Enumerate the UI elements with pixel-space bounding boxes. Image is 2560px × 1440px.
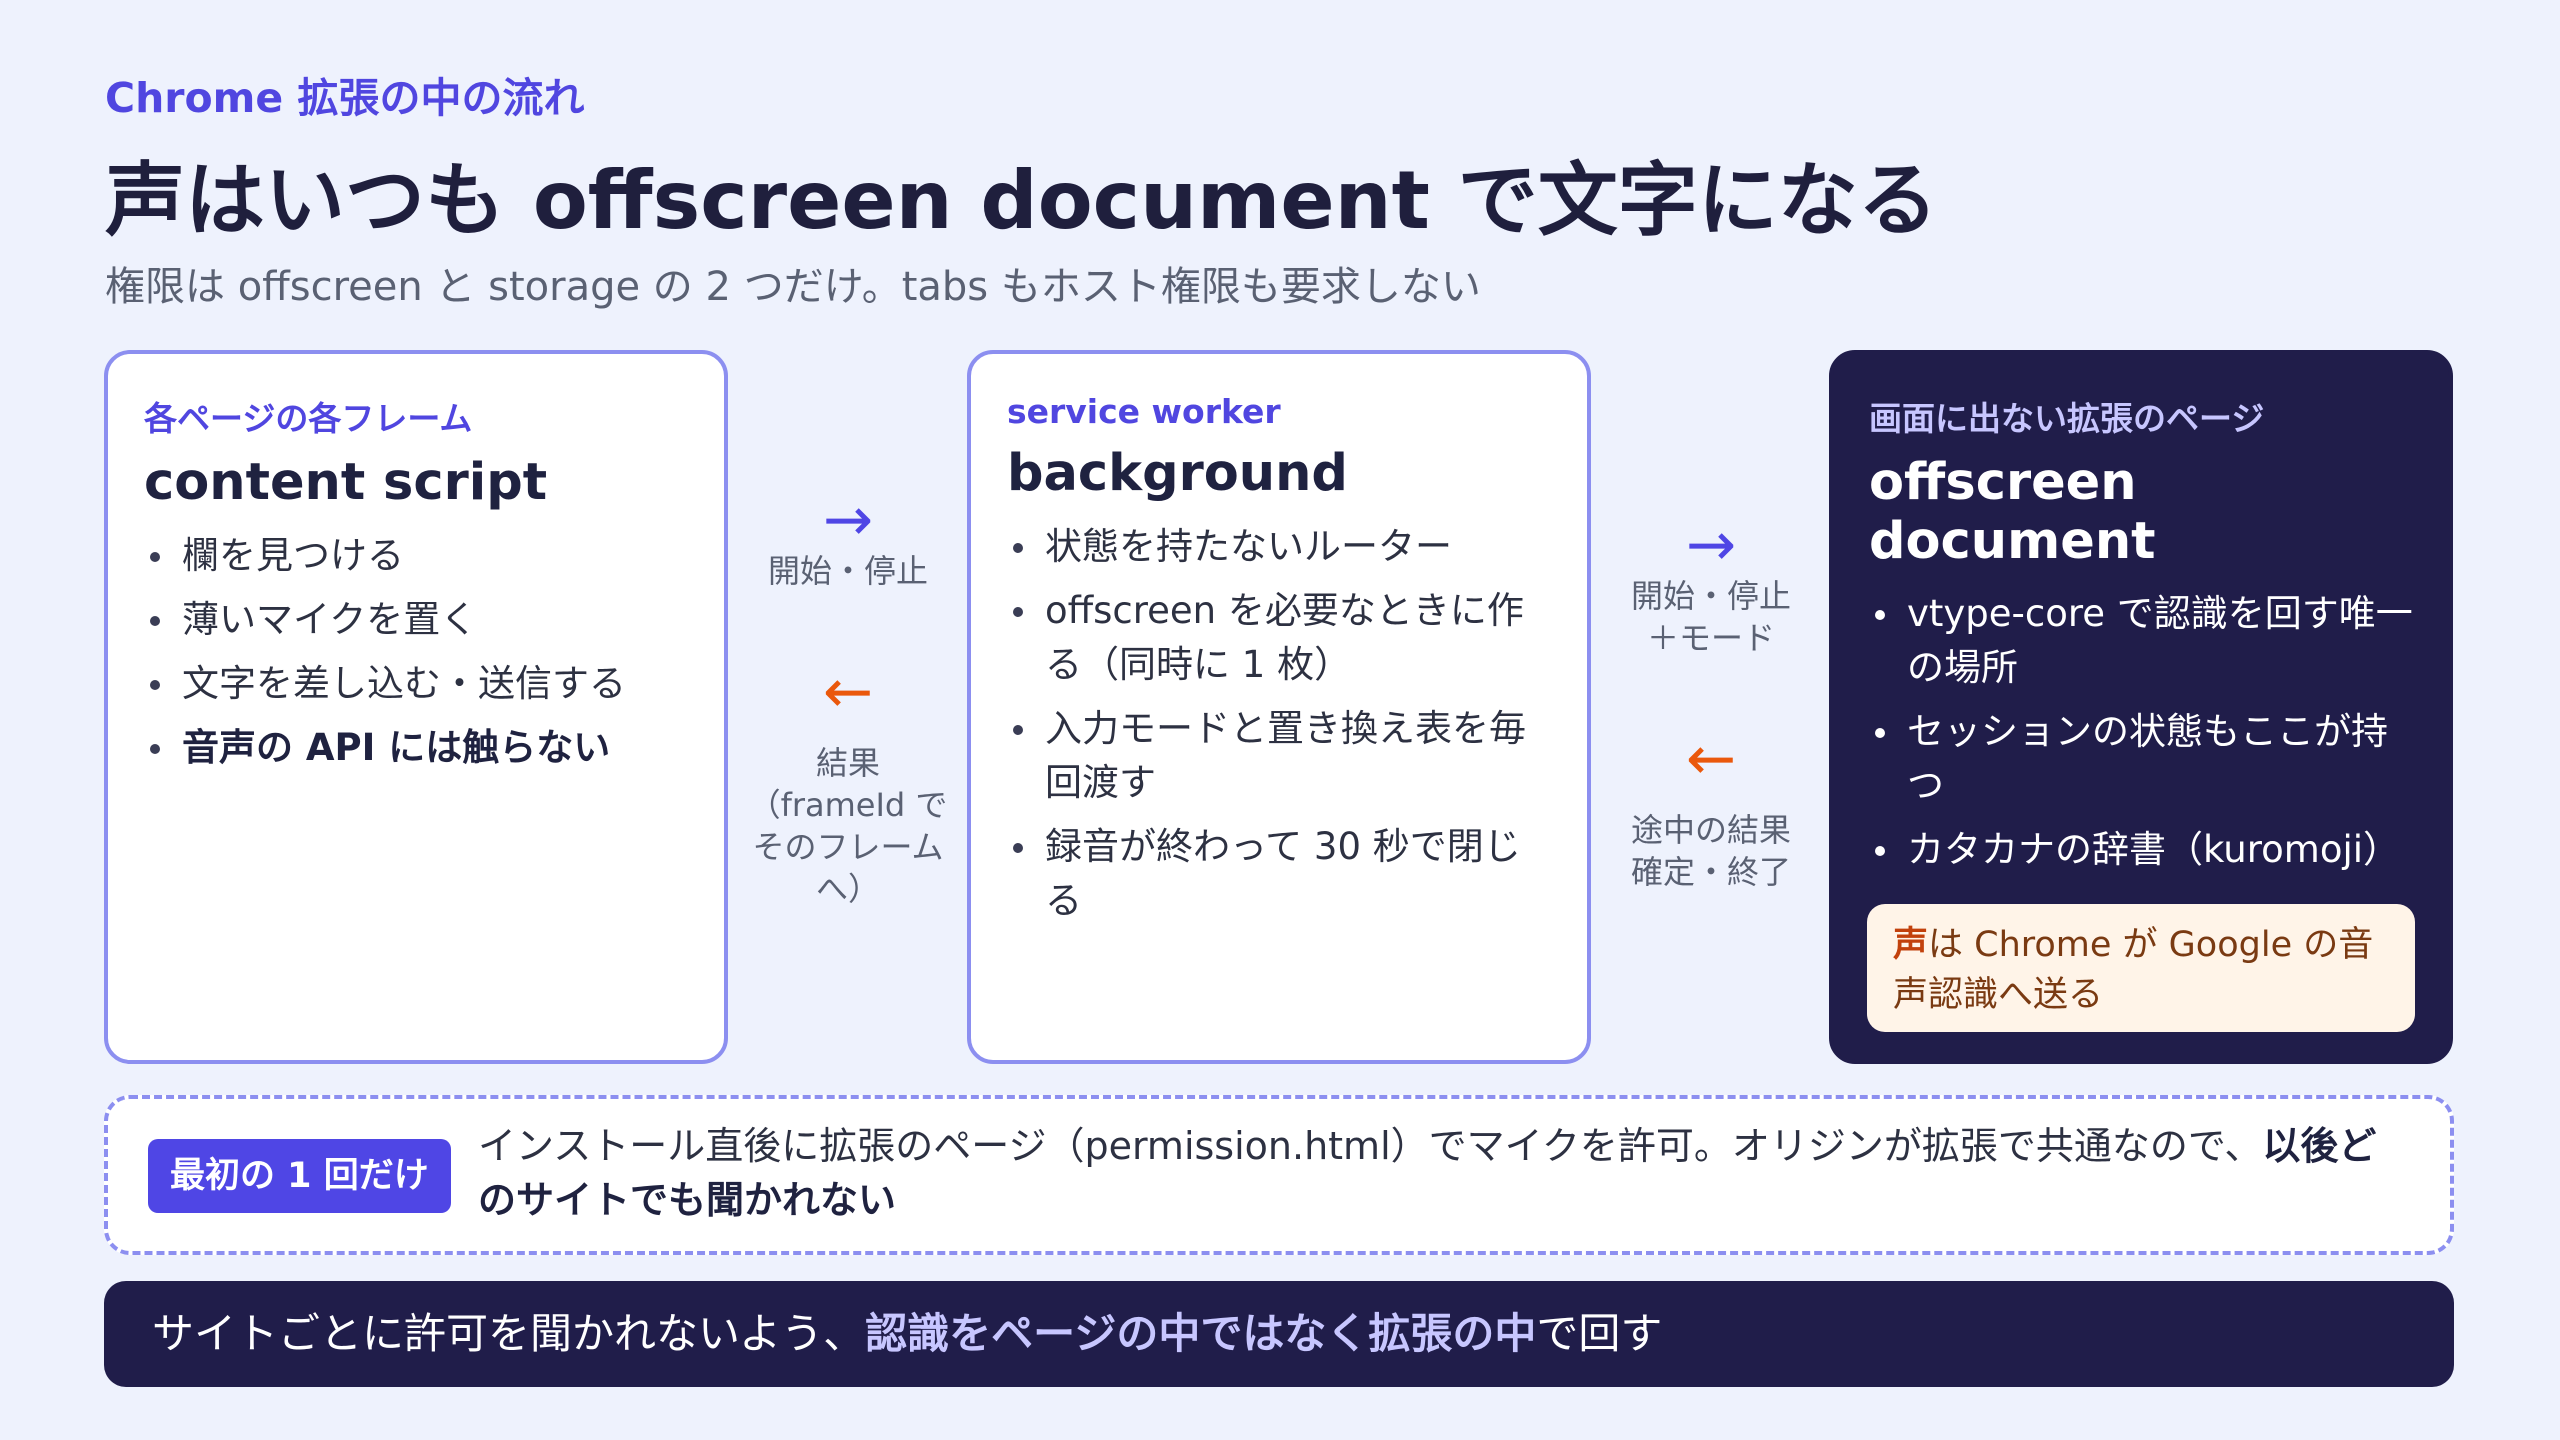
card-eyebrow: service worker xyxy=(1007,392,1281,431)
eyebrow: Chrome 拡張の中の流れ xyxy=(105,74,585,122)
bullet-list: 欄を見つける 薄いマイクを置く 文字を差し込む・送信する 音声の API には触… xyxy=(144,529,688,775)
list-item: セッションの状態もここが持つ xyxy=(1869,705,2413,813)
footer-text-before: サイトごとに許可を聞かれないよう、 xyxy=(152,1309,866,1358)
list-item: カタカナの辞書（kuromoji） xyxy=(1869,823,2413,877)
list-item: offscreen を必要なときに作る（同時に 1 枚） xyxy=(1007,584,1551,692)
card-offscreen-document: 画面に出ない拡張のページ offscreen document vtype-co… xyxy=(1829,350,2453,1064)
voice-note: 声は Chrome が Google の音声認識へ送る xyxy=(1867,904,2415,1032)
connector-label: 結果 （frameId で そのフレーム へ） xyxy=(748,744,948,908)
banner-text: インストール直後に拡張のページ（permission.html）でマイクを許可。… xyxy=(478,1119,2400,1227)
bullet-list: 状態を持たないルーター offscreen を必要なときに作る（同時に 1 枚）… xyxy=(1007,520,1551,928)
note-text: は Chrome が Google の音声認識へ送る xyxy=(1893,925,2374,1015)
bullet-list: vtype-core で認識を回す唯一の場所 セッションの状態もここが持つ カタ… xyxy=(1869,587,2413,877)
subtitle: 権限は offscreen と storage の 2 つだけ。tabs もホス… xyxy=(105,264,1481,310)
card-eyebrow: 各ページの各フレーム xyxy=(144,399,473,438)
first-time-banner: 最初の 1 回だけ インストール直後に拡張のページ（permission.htm… xyxy=(104,1095,2454,1255)
connector-label: 開始・停止 ＋モード xyxy=(1630,577,1791,657)
card-title: offscreen document xyxy=(1869,453,2156,571)
footer-summary: サイトごとに許可を聞かれないよう、認識をページの中ではなく拡張の中で回す xyxy=(104,1281,2454,1387)
list-item: vtype-core で認識を回す唯一の場所 xyxy=(1869,587,2413,695)
list-item: 欄を見つける xyxy=(144,529,688,583)
footer-text-after: で回す xyxy=(1536,1309,1663,1358)
banner-body: インストール直後に拡張のページ（permission.html）でマイクを許可。… xyxy=(478,1124,2263,1168)
list-item: 文字を差し込む・送信する xyxy=(144,657,688,711)
footer-bold: 認識をページの中ではなく拡張の中 xyxy=(865,1309,1537,1358)
arrow-left-icon: ← xyxy=(1685,724,1737,794)
page-title: 声はいつも offscreen document で文字になる xyxy=(105,154,1938,247)
list-item: 薄いマイクを置く xyxy=(144,593,688,647)
arrow-left-icon: ← xyxy=(822,657,874,727)
card-background: service worker background 状態を持たないルーター of… xyxy=(967,350,1591,1064)
connector-label: 途中の結果 確定・終了 xyxy=(1630,811,1791,891)
list-item: 状態を持たないルーター xyxy=(1007,520,1551,574)
arrow-right-icon: → xyxy=(822,485,874,555)
list-item: 入力モードと置き換え表を毎回渡す xyxy=(1007,702,1551,810)
connector-label: 開始・停止 xyxy=(767,552,928,590)
card-title: content script xyxy=(144,453,548,512)
card-content-script: 各ページの各フレーム content script 欄を見つける 薄いマイクを置… xyxy=(104,350,728,1064)
card-title: background xyxy=(1007,444,1348,503)
list-item-strong: 音声の API には触らない xyxy=(144,721,688,775)
arrow-right-icon: → xyxy=(1685,510,1737,580)
connector-background-offscreen: → 開始・停止 ＋モード ← 途中の結果 確定・終了 xyxy=(1591,515,1831,893)
list-item: 録音が終わって 30 秒で閉じる xyxy=(1007,820,1551,928)
card-eyebrow: 画面に出ない拡張のページ xyxy=(1869,399,2265,438)
connector-content-background: → 開始・停止 ← 結果 （frameId で そのフレーム へ） xyxy=(728,490,968,910)
note-highlight: 声 xyxy=(1893,925,1929,965)
first-time-badge: 最初の 1 回だけ xyxy=(148,1139,451,1213)
